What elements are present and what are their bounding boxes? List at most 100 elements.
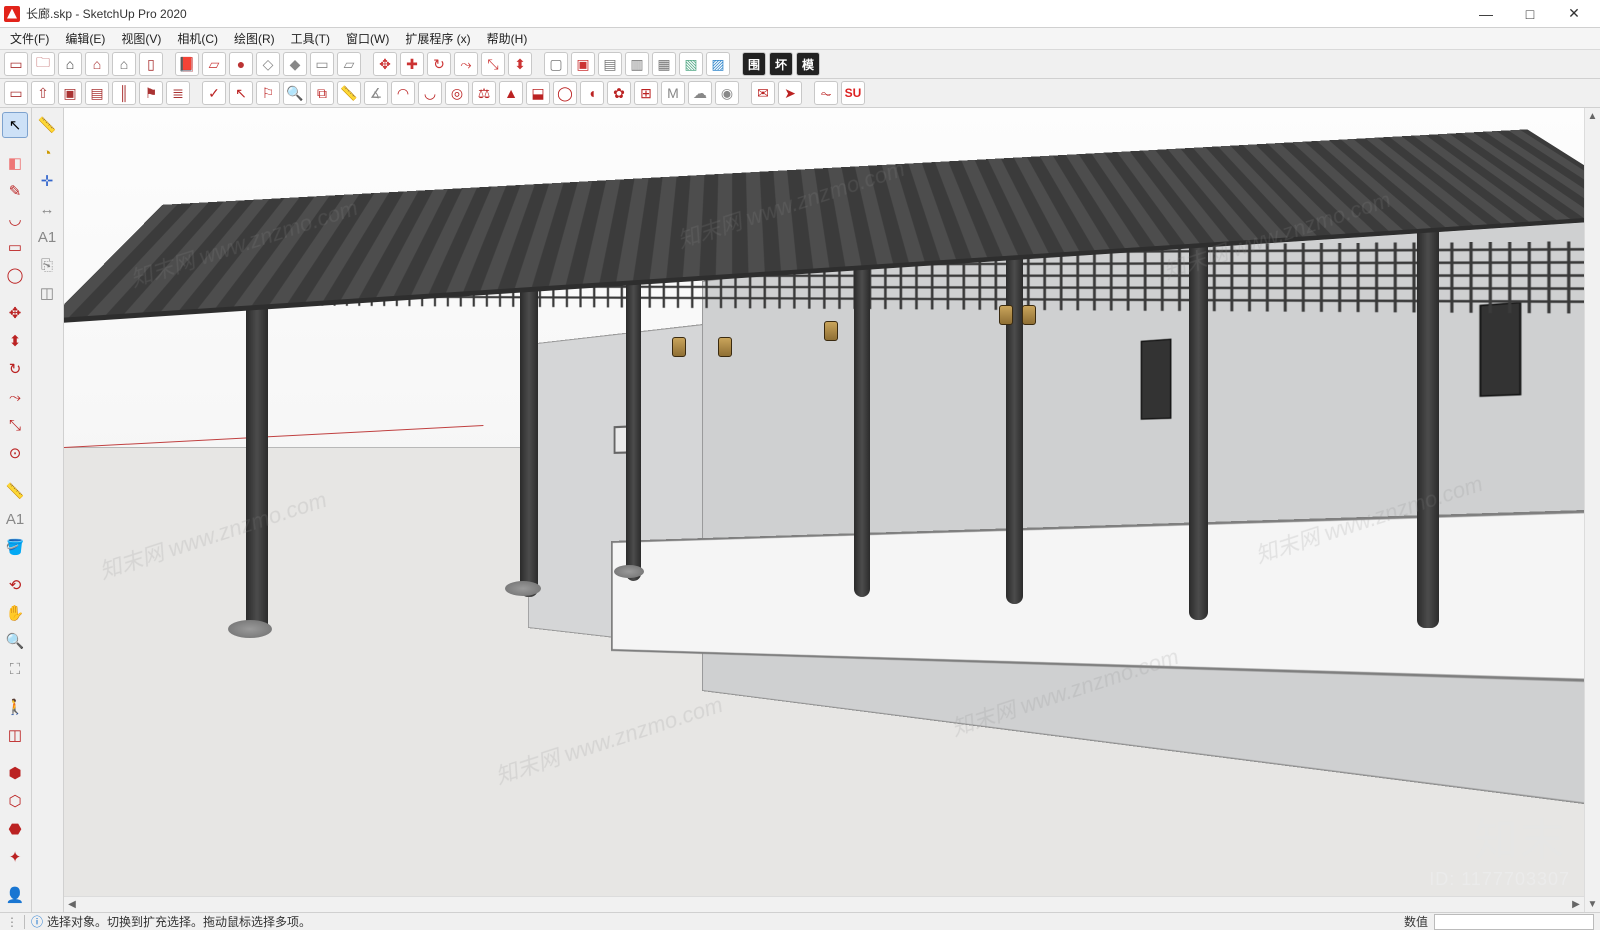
menu-1[interactable]: 编辑(E) xyxy=(57,28,113,49)
mail-icon[interactable]: ✉ xyxy=(751,81,775,105)
scale-left-icon[interactable]: ⤡ xyxy=(2,412,28,438)
menu-4[interactable]: 绘图(R) xyxy=(226,28,283,49)
text-tool-icon[interactable]: A1 xyxy=(2,506,28,532)
dimension-icon[interactable]: ↔ xyxy=(34,196,60,222)
maximize-button[interactable]: □ xyxy=(1508,0,1552,28)
sheet-icon[interactable]: ▱ xyxy=(202,52,226,76)
close-button[interactable]: ✕ xyxy=(1552,0,1596,28)
section2-icon[interactable]: ◫ xyxy=(34,280,60,306)
su-label[interactable]: SU xyxy=(841,81,865,105)
offset-icon[interactable]: ⊙ xyxy=(2,440,28,466)
horizontal-scrollbar[interactable]: ◀ ▶ xyxy=(64,896,1584,912)
flag-icon[interactable]: ⚐ xyxy=(256,81,280,105)
menu-6[interactable]: 窗口(W) xyxy=(338,28,397,49)
section-left-icon[interactable]: ◫ xyxy=(2,722,28,748)
scroll-down-icon[interactable]: ▼ xyxy=(1585,896,1600,912)
tag-icon[interactable]: ⚑ xyxy=(139,81,163,105)
open-file-icon[interactable]: 🗀 xyxy=(31,52,55,76)
shape-tool-icon[interactable]: ▭ xyxy=(2,234,28,260)
arrows-icon[interactable]: ✥ xyxy=(373,52,397,76)
viewport-inner[interactable]: 知末网 www.znzmo.com 知末网 www.znzmo.com 知末网 … xyxy=(64,108,1584,896)
zoom-icon[interactable]: 🔍 xyxy=(283,81,307,105)
pointer-icon[interactable]: ↖ xyxy=(229,81,253,105)
pan-icon[interactable]: ✋ xyxy=(2,600,28,626)
walk-icon[interactable]: 🚶 xyxy=(2,694,28,720)
pushpull-left-icon[interactable]: ⬍ xyxy=(2,328,28,354)
tape-icon[interactable]: 📏 xyxy=(337,81,361,105)
box7-icon[interactable]: ▨ xyxy=(706,52,730,76)
text2-icon[interactable]: A1 xyxy=(34,224,60,250)
box1-icon[interactable]: ▢ xyxy=(544,52,568,76)
menu-5[interactable]: 工具(T) xyxy=(283,28,338,49)
protractor-icon[interactable]: ◔ xyxy=(34,140,60,166)
minimize-button[interactable]: — xyxy=(1464,0,1508,28)
rotate-icon[interactable]: ↻ xyxy=(427,52,451,76)
3dw-icon[interactable]: ⬡ xyxy=(2,788,28,814)
pushpull-icon[interactable]: ⬍ xyxy=(508,52,532,76)
move-left-icon[interactable]: ✥ xyxy=(2,300,28,326)
eraser-tool-icon[interactable]: ◧ xyxy=(2,150,28,176)
book-icon[interactable]: 📕 xyxy=(175,52,199,76)
follow-icon[interactable]: ⤳ xyxy=(454,52,478,76)
paint2-icon[interactable]: ▲ xyxy=(499,81,523,105)
circle-left-icon[interactable]: ◯ xyxy=(2,262,28,288)
tape2-icon[interactable]: 📏 xyxy=(34,112,60,138)
gear2-icon[interactable]: ✿ xyxy=(607,81,631,105)
new-file-icon[interactable]: ▭ xyxy=(4,52,28,76)
menu-7[interactable]: 扩展程序 (x) xyxy=(397,28,478,49)
orbit-icon[interactable]: ⟲ xyxy=(2,572,28,598)
stamp-icon[interactable]: ⬓ xyxy=(526,81,550,105)
send-icon[interactable]: ➤ xyxy=(778,81,802,105)
circle-tool-icon[interactable]: ◯ xyxy=(553,81,577,105)
axes-icon[interactable]: ✛ xyxy=(34,168,60,194)
label-mo[interactable]: 模 xyxy=(796,52,820,76)
box6-icon[interactable]: ▧ xyxy=(679,52,703,76)
box2-icon[interactable]: ▣ xyxy=(571,52,595,76)
vertical-scrollbar[interactable]: ▲ ▼ xyxy=(1584,108,1600,912)
menu-3[interactable]: 相机(C) xyxy=(169,28,226,49)
house-outline-icon[interactable]: ⌂ xyxy=(85,52,109,76)
arc2-icon[interactable]: ◡ xyxy=(418,81,442,105)
ball-icon[interactable]: ● xyxy=(229,52,253,76)
label-wei[interactable]: 围 xyxy=(742,52,766,76)
style1-icon[interactable]: ▭ xyxy=(310,52,334,76)
rotate-left-icon[interactable]: ↻ xyxy=(2,356,28,382)
zoomext-icon[interactable]: ⛶ xyxy=(2,656,28,682)
check-icon[interactable]: ✓ xyxy=(202,81,226,105)
target2-icon[interactable]: ◉ xyxy=(715,81,739,105)
viewport[interactable]: 知末网 www.znzmo.com 知末网 www.znzmo.com 知末网 … xyxy=(64,108,1600,912)
paint-left-icon[interactable]: 🪣 xyxy=(2,534,28,560)
label-icon[interactable]: ⎘ xyxy=(34,252,60,278)
box3-icon[interactable]: ▤ xyxy=(598,52,622,76)
ext-icon[interactable]: ✦ xyxy=(2,844,28,870)
menu-2[interactable]: 视图(V) xyxy=(113,28,169,49)
style2-icon[interactable]: ▱ xyxy=(337,52,361,76)
grid-icon[interactable]: ⊞ xyxy=(634,81,658,105)
line-tool-icon[interactable]: ✎ xyxy=(2,178,28,204)
scroll-left-icon[interactable]: ◀ xyxy=(64,897,80,913)
component-icon[interactable]: ⬢ xyxy=(2,760,28,786)
wifi-icon[interactable]: ⏦ xyxy=(814,81,838,105)
weight-icon[interactable]: ⚖ xyxy=(472,81,496,105)
angle-icon[interactable]: ∡ xyxy=(364,81,388,105)
wire-icon[interactable]: ◇ xyxy=(256,52,280,76)
move-icon[interactable]: ✚ xyxy=(400,52,424,76)
shaded-icon[interactable]: ◆ xyxy=(283,52,307,76)
arc-tool-icon[interactable]: ◡ xyxy=(2,206,28,232)
layers-icon[interactable]: ≣ xyxy=(166,81,190,105)
followme-icon[interactable]: ⤳ xyxy=(2,384,28,410)
columns-icon[interactable]: ║ xyxy=(112,81,136,105)
menu-0[interactable]: 文件(F) xyxy=(2,28,57,49)
box4-icon[interactable]: ▥ xyxy=(625,52,649,76)
model-building[interactable] xyxy=(64,108,1584,896)
warehouse-icon[interactable]: ⬣ xyxy=(2,816,28,842)
scroll-right-icon[interactable]: ▶ xyxy=(1568,897,1584,913)
target-icon[interactable]: ◎ xyxy=(445,81,469,105)
label-huai[interactable]: 坏 xyxy=(769,52,793,76)
undo-icon[interactable]: ▭ xyxy=(4,81,28,105)
copy-icon[interactable]: ⧉ xyxy=(310,81,334,105)
zoom-left-icon[interactable]: 🔍 xyxy=(2,628,28,654)
box5-icon[interactable]: ▦ xyxy=(652,52,676,76)
menu-8[interactable]: 帮助(H) xyxy=(479,28,536,49)
select-tool-icon[interactable]: ↖ xyxy=(2,112,28,138)
